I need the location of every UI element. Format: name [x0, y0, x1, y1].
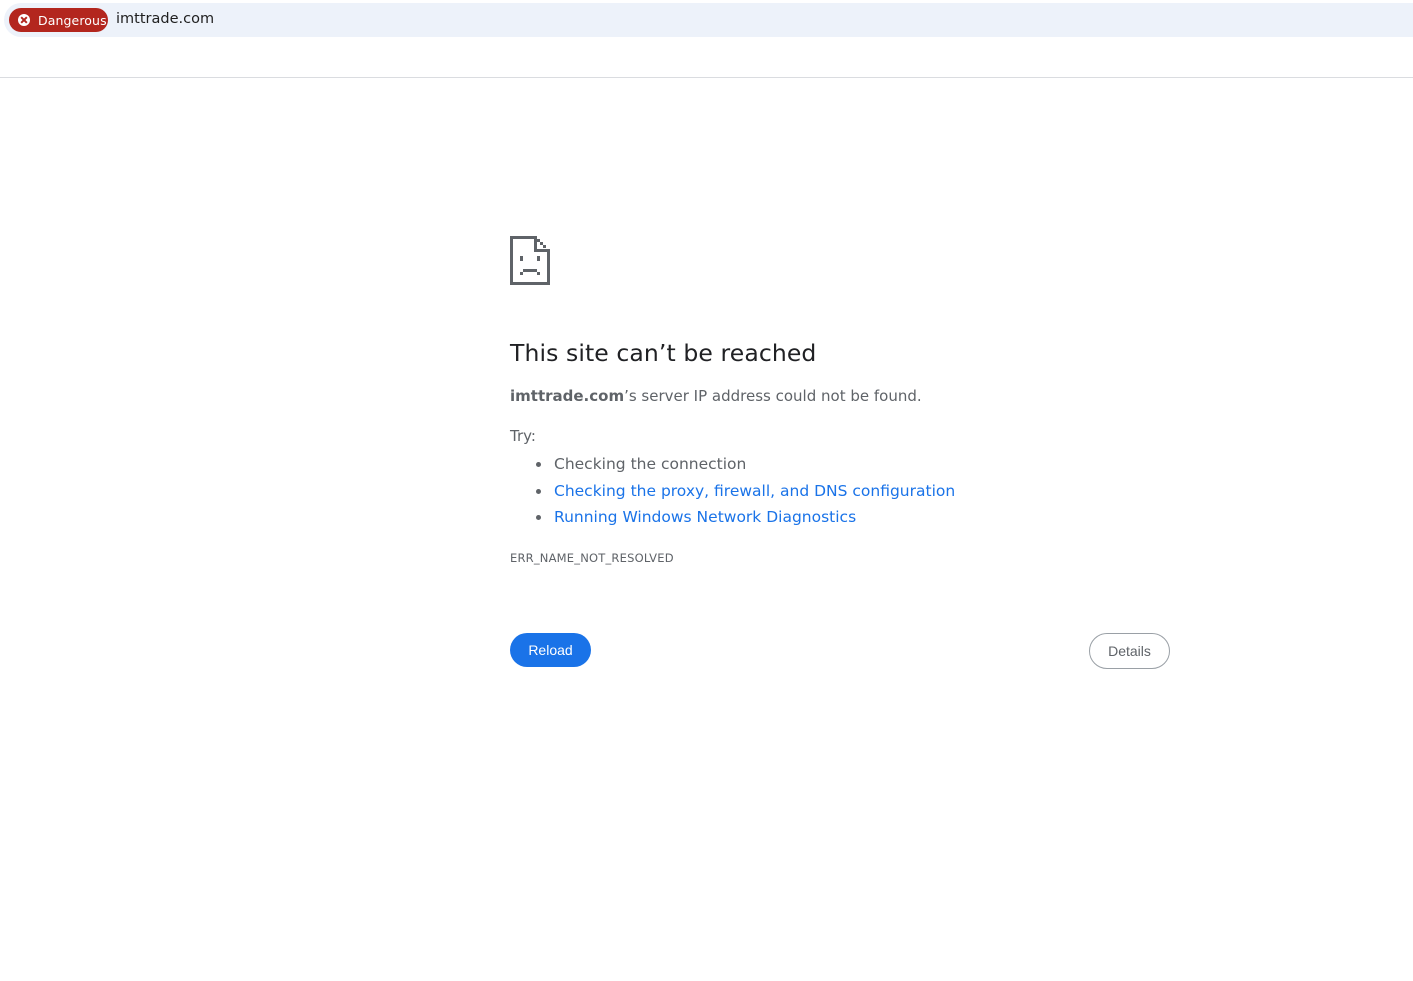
details-button[interactable]: Details — [1089, 633, 1170, 669]
error-summary-host: imttrade.com — [510, 387, 625, 406]
suggestions-list: Checking the connection Checking the pro… — [510, 451, 1170, 531]
omnibox[interactable]: Dangerous imttrade.com — [4, 3, 1413, 37]
error-code: ERR_NAME_NOT_RESOLVED — [510, 550, 674, 565]
try-label: Try: — [510, 427, 536, 446]
suggestion-item: Checking the proxy, firewall, and DNS co… — [534, 478, 1170, 505]
error-page-content: This site can’t be reached imttrade.com’… — [510, 236, 1170, 565]
suggestion-network-diagnostics-link[interactable]: Running Windows Network Diagnostics — [554, 508, 856, 526]
error-summary: imttrade.com’s server IP address could n… — [510, 387, 1170, 405]
url-text[interactable]: imttrade.com — [116, 11, 214, 27]
suggestion-proxy-firewall-dns-link[interactable]: Checking the proxy, firewall, and DNS co… — [554, 482, 955, 500]
security-status-chip[interactable]: Dangerous — [9, 8, 108, 32]
page-title: This site can’t be reached — [510, 339, 817, 367]
suggestion-item: Running Windows Network Diagnostics — [534, 504, 1170, 531]
suggestion-check-connection: Checking the connection — [554, 455, 747, 474]
error-summary-text: ’s server IP address could not be found. — [624, 387, 922, 406]
suggestion-item: Checking the connection — [534, 451, 1170, 478]
error-x-icon — [18, 14, 30, 26]
sad-document-icon — [510, 236, 550, 285]
security-status-label: Dangerous — [38, 12, 107, 28]
toolbar-divider — [0, 77, 1413, 78]
reload-button[interactable]: Reload — [510, 633, 591, 667]
